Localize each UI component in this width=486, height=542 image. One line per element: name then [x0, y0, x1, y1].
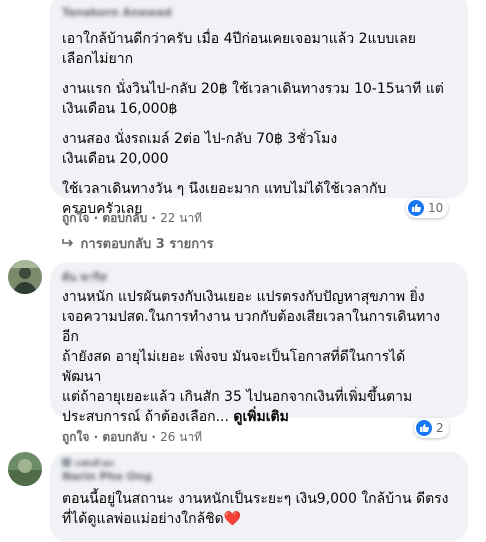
comment-paragraph: งานสอง นั่งรถเมล์ 2ต่อ ไป-กลับ 70฿ 3ชั่ว… — [62, 131, 338, 167]
comment-paragraph: งานแรก นั่งวินไป-กลับ 20฿ ใช้เวลาเดินทาง… — [62, 81, 444, 117]
fan-badge: แฟนตัวยง — [62, 457, 456, 469]
reaction-count: 10 — [428, 201, 444, 215]
comment-author-name[interactable]: Tanakorn Anawad — [62, 6, 456, 22]
reaction-summary[interactable]: 2 — [414, 418, 449, 438]
like-button[interactable]: ถูกใจ — [62, 211, 89, 225]
thumbs-up-icon — [416, 420, 432, 436]
view-replies-label: การตอบกลับ 3 รายการ — [80, 237, 214, 252]
view-replies-link[interactable]: การตอบกลับ 3 รายการ — [62, 233, 213, 254]
badge-icon — [62, 458, 71, 467]
reply-button[interactable]: ตอบกลับ — [102, 211, 147, 225]
comment-timestamp[interactable]: 22 นาที — [160, 211, 202, 225]
comment-paragraph: เอาใกล้บ้านดีกว่าครับ เมื่อ 4ปีก่อนเคยเจ… — [62, 31, 416, 67]
thumbs-up-icon — [408, 200, 424, 216]
reaction-summary[interactable]: 10 — [406, 198, 449, 218]
comment-author-name[interactable]: Narin Pho Ong — [62, 470, 456, 486]
avatar[interactable] — [8, 452, 42, 486]
reaction-count: 2 — [436, 421, 444, 435]
comment-timestamp[interactable]: 26 นาที — [160, 430, 202, 444]
see-more-link[interactable]: ดูเพิ่มเติม — [233, 409, 288, 425]
comment-actions: ถูกใจ · ตอบกลับ · 26 นาที — [62, 430, 203, 444]
badge-label: แฟนตัวยง — [75, 458, 114, 469]
comment-bubble-3: แฟนตัวยง Narin Pho Ong ตอนนี้อยู่ในสถานะ… — [50, 452, 468, 542]
comment-author-name[interactable]: ต้น พาริส — [62, 268, 456, 284]
avatar[interactable] — [8, 260, 42, 294]
comment-text: งานหนัก แปรผันตรงกับเงินเยอะ แปรตรงกับปั… — [62, 287, 456, 427]
comment-bubble-1: Tanakorn Anawad เอาใกล้บ้านดีกว่าครับ เม… — [50, 0, 468, 217]
comment-body: งานหนัก แปรผันตรงกับเงินเยอะ แปรตรงกับปั… — [62, 289, 440, 425]
reply-button[interactable]: ตอบกลับ — [102, 430, 147, 444]
comment-actions: ถูกใจ · ตอบกลับ · 22 นาที — [62, 211, 203, 225]
comment-bubble-2: ต้น พาริส งานหนัก แปรผันตรงกับเงินเยอะ แ… — [50, 262, 468, 425]
heart-emoji: ❤️ — [223, 511, 242, 527]
reply-arrow-icon — [62, 237, 76, 252]
comment-body: ตอนนี้อยู่ในสถานะ งานหนักเป็นระยะๆ เงิน9… — [62, 491, 449, 527]
comment-text: ตอนนี้อยู่ในสถานะ งานหนักเป็นระยะๆ เงิน9… — [62, 489, 456, 529]
like-button[interactable]: ถูกใจ — [62, 430, 89, 444]
